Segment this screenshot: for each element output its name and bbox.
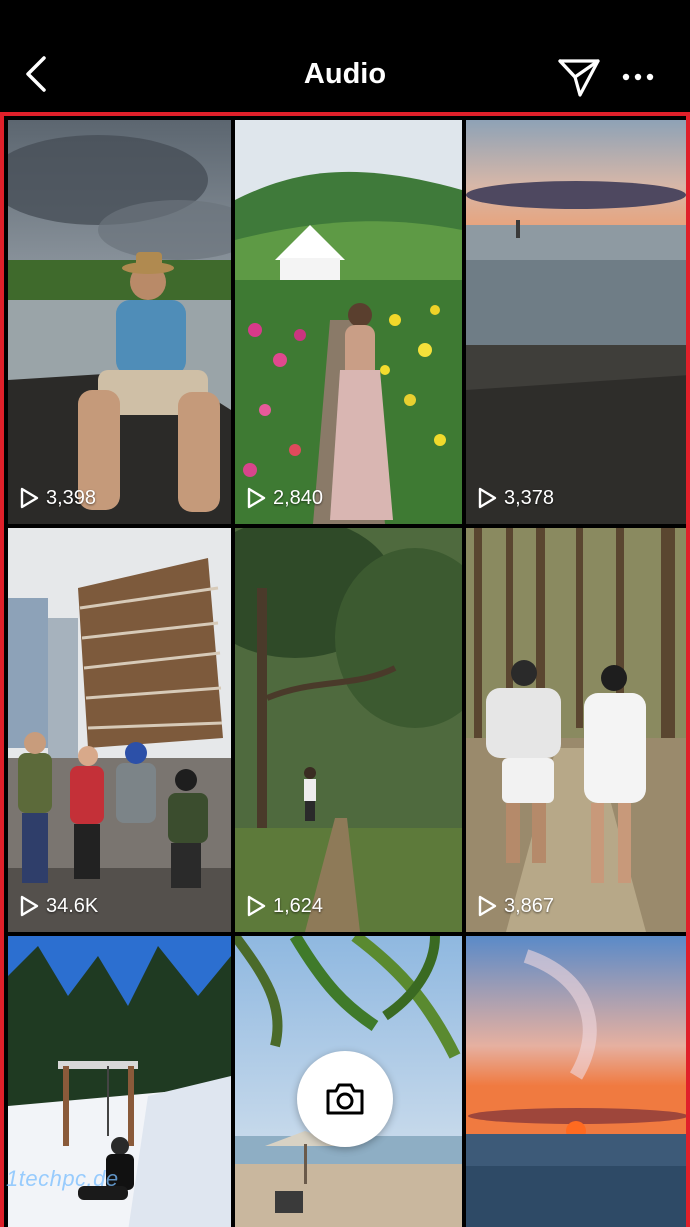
watermark-text: 1techpc.de (6, 1166, 119, 1191)
top-bar: Audio (0, 0, 690, 112)
more-dots-icon (622, 73, 654, 81)
reel-tile[interactable] (466, 936, 686, 1227)
reel-tile[interactable]: 1,624 (235, 528, 462, 932)
reel-tile[interactable]: 3,378 (466, 120, 686, 524)
play-icon (478, 487, 497, 509)
reel-thumbnail (8, 120, 231, 524)
reel-thumbnail (235, 120, 462, 524)
play-icon (20, 487, 39, 509)
reel-thumbnail (8, 528, 231, 932)
play-icon (247, 487, 266, 509)
play-icon (478, 895, 497, 917)
reel-tile[interactable]: 3,867 (466, 528, 686, 932)
view-count: 1,624 (245, 894, 323, 918)
view-count: 2,840 (245, 486, 323, 510)
play-icon (247, 895, 266, 917)
view-count: 3,867 (476, 894, 554, 918)
view-count: 3,398 (18, 486, 96, 510)
camera-icon (326, 1083, 364, 1115)
reel-tile[interactable]: 3,398 (8, 120, 231, 524)
view-count: 34.6K (18, 894, 98, 918)
reel-tile[interactable]: 2,840 (235, 120, 462, 524)
reel-thumbnail (466, 120, 686, 524)
reel-thumbnail (235, 528, 462, 932)
share-button[interactable] (556, 55, 602, 99)
reel-thumbnail (466, 528, 686, 932)
reel-thumbnail (466, 936, 686, 1227)
view-count: 3,378 (476, 486, 554, 510)
paper-plane-icon (558, 59, 600, 97)
reel-tile[interactable]: 34.6K (8, 528, 231, 932)
play-icon (20, 895, 39, 917)
camera-button[interactable] (297, 1051, 393, 1147)
more-options-button[interactable] (618, 60, 662, 94)
